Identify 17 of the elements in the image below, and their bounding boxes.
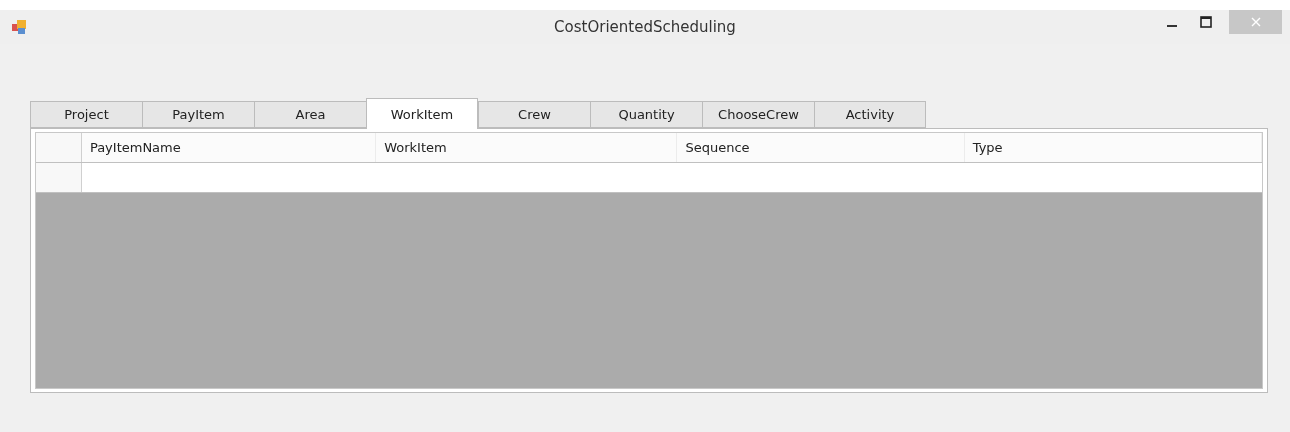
column-header[interactable]: Sequence <box>677 133 965 162</box>
column-header[interactable]: PayItemName <box>81 133 377 162</box>
maximize-icon <box>1200 16 1212 28</box>
tab[interactable]: WorkItem <box>366 98 478 129</box>
tab[interactable]: Area <box>254 101 366 128</box>
window-title: CostOrientedScheduling <box>554 18 736 36</box>
close-icon <box>1249 16 1262 28</box>
minimize-icon <box>1167 25 1177 27</box>
tab[interactable]: Quantity <box>590 101 702 128</box>
column-header[interactable]: WorkItem <box>376 133 678 162</box>
tab[interactable]: Activity <box>814 101 926 128</box>
tab[interactable]: Crew <box>478 101 590 128</box>
tab[interactable]: ChooseCrew <box>702 101 814 128</box>
app-icon <box>12 20 26 34</box>
column-header[interactable]: Type <box>964 133 1262 162</box>
tab[interactable]: PayItem <box>142 101 254 128</box>
tab[interactable]: Project <box>30 101 142 128</box>
